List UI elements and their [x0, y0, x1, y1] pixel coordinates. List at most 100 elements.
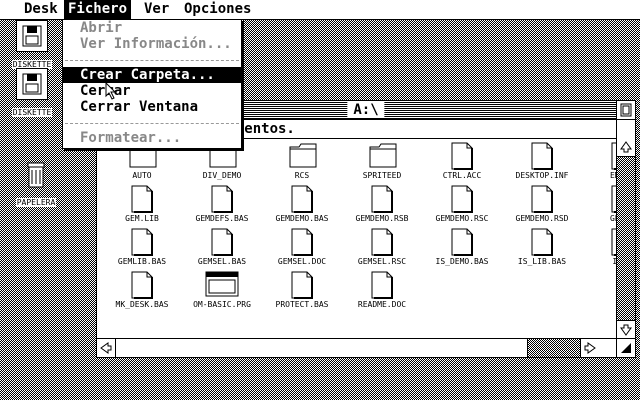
resize-box-icon[interactable] — [616, 338, 635, 357]
desktop-icon-label: DISKETTE — [11, 108, 53, 117]
window-title: A:\ — [347, 102, 385, 118]
menu-separator — [65, 60, 239, 61]
scroll-down-arrow-icon[interactable] — [617, 320, 635, 339]
document-icon — [369, 185, 395, 213]
document-icon — [129, 185, 155, 213]
vertical-scroll-track[interactable] — [617, 157, 635, 320]
file-item[interactable]: SPRITEED — [341, 142, 423, 180]
file-item[interactable]: OM-BASIC.PRG — [181, 271, 263, 309]
menu-item-cerrar-ventana[interactable]: Cerrar Ventana — [63, 99, 241, 115]
file-name: AUTO — [132, 171, 152, 180]
horizontal-scrollbar[interactable] — [97, 338, 617, 357]
horizontal-scroll-slider[interactable] — [116, 339, 528, 357]
file-item[interactable]: GEMDEFS.BAS — [181, 185, 263, 223]
file-name: GEMSEL.BAS — [197, 257, 247, 266]
file-item[interactable]: RCS — [261, 142, 343, 180]
desktop-icon-drive-a[interactable]: DISKETTE — [0, 20, 64, 71]
menu-item-cerrar[interactable]: Cerrar — [63, 83, 241, 99]
file-item[interactable]: PROTECT.BAS — [261, 271, 343, 309]
file-name: GEM.LIB — [125, 214, 159, 223]
file-name: DIV_DEMO — [202, 171, 242, 180]
file-name: IS_L — [612, 257, 616, 266]
file-name: GEMDEFS.BAS — [195, 214, 249, 223]
file-name: GEMLIB.BAS — [117, 257, 167, 266]
file-item[interactable]: GEMSEL.DOC — [261, 228, 343, 266]
document-icon — [129, 271, 155, 299]
menu-item-formatear[interactable]: Formatear... — [63, 130, 241, 146]
document-icon — [289, 185, 315, 213]
mouse-pointer-icon — [105, 82, 117, 100]
document-icon — [609, 142, 616, 170]
document-icon — [449, 185, 475, 213]
file-item[interactable]: GEMLIB.BAS — [101, 228, 183, 266]
document-icon — [369, 228, 395, 256]
document-icon — [129, 228, 155, 256]
document-icon — [449, 142, 475, 170]
file-name: IS_LIB.BAS — [517, 257, 567, 266]
file-item[interactable]: GEMSEL.BAS — [181, 228, 263, 266]
file-item[interactable]: GEMSEL.RSC — [341, 228, 423, 266]
file-name: CTRL.ACC — [442, 171, 482, 180]
file-name: README.DOC — [357, 300, 407, 309]
desktop-icon-label: PAPELERA — [15, 198, 57, 207]
document-icon — [609, 228, 616, 256]
folder-icon — [369, 142, 397, 170]
file-list: AUTO DIV_DEMO RCS SPRITEED CTRL.ACC DESKTOP.I… — [97, 139, 616, 338]
file-item[interactable]: README.DOC — [341, 271, 423, 309]
document-icon — [609, 185, 616, 213]
menu-item-abrir[interactable]: Abrir — [63, 20, 241, 36]
file-item[interactable]: IS_L — [581, 228, 616, 266]
scroll-right-arrow-icon[interactable] — [580, 339, 599, 357]
file-item[interactable]: DESKTOP.INF — [501, 142, 583, 180]
file-item[interactable]: CTRL.ACC — [421, 142, 503, 180]
menu-bar: Desk Fichero Ver Opciones — [0, 0, 640, 20]
menu-opciones[interactable]: Opciones — [180, 0, 255, 19]
desktop-icon-trash[interactable]: PAPELERA — [4, 160, 68, 209]
desktop-icon-drive-b[interactable]: DISKETTE — [0, 68, 64, 119]
file-name: SPRITEED — [362, 171, 402, 180]
document-icon — [369, 271, 395, 299]
file-name: GEMDEMO.RSD — [515, 214, 569, 223]
file-name: GEMSEL.DOC — [277, 257, 327, 266]
file-item[interactable]: GEMDEMO.RSC — [421, 185, 503, 223]
file-item[interactable]: GEMDEMO.RSB — [341, 185, 423, 223]
menu-fichero[interactable]: Fichero — [64, 0, 132, 19]
file-name: RCS — [294, 171, 310, 180]
file-item[interactable]: MK_DESK.BAS — [101, 271, 183, 309]
file-name: GEMSEL.RSC — [357, 257, 407, 266]
document-icon — [209, 185, 235, 213]
floppy-disk-icon — [16, 20, 48, 52]
menu-desk[interactable]: Desk — [20, 0, 62, 19]
menu-ver[interactable]: Ver — [140, 0, 173, 19]
file-item[interactable]: GEMDEMO.BAS — [261, 185, 343, 223]
file-name: GEMDEMO.RSB — [355, 214, 409, 223]
folder-icon — [289, 142, 317, 170]
trash-can-icon — [21, 160, 51, 190]
application-icon — [205, 271, 239, 299]
file-name: GEMDE — [609, 214, 616, 223]
file-name: GEMDEMO.BAS — [275, 214, 329, 223]
scroll-left-arrow-icon[interactable] — [97, 339, 116, 357]
document-icon — [529, 185, 555, 213]
vertical-scrollbar[interactable] — [616, 120, 635, 339]
file-name: PROTECT.BAS — [275, 300, 329, 309]
file-item[interactable]: GEMDEMO.RSD — [501, 185, 583, 223]
menu-item-ver-informacion[interactable]: Ver Información... — [63, 36, 241, 52]
file-item[interactable]: IS_DEMO.BAS — [421, 228, 503, 266]
file-name: DESKTOP.INF — [515, 171, 569, 180]
file-item[interactable]: GEM.LIB — [101, 185, 183, 223]
file-item[interactable]: IS_LIB.BAS — [501, 228, 583, 266]
file-name: GEMDEMO.RSC — [435, 214, 489, 223]
file-name: IS_DEMO.BAS — [435, 257, 489, 266]
menu-item-crear-carpeta[interactable]: Crear Carpeta... — [63, 67, 241, 83]
document-icon — [209, 228, 235, 256]
file-item[interactable]: EMULA — [581, 142, 616, 180]
horizontal-scroll-track[interactable] — [528, 339, 580, 357]
scroll-up-arrow-icon[interactable] — [617, 138, 635, 157]
file-name: EMULA — [609, 171, 616, 180]
full-box-icon[interactable] — [616, 101, 635, 119]
file-name: MK_DESK.BAS — [115, 300, 169, 309]
fichero-dropdown-menu: Abrir Ver Información... Crear Carpeta..… — [62, 19, 242, 149]
document-icon — [529, 142, 555, 170]
file-item[interactable]: GEMDE — [581, 185, 616, 223]
